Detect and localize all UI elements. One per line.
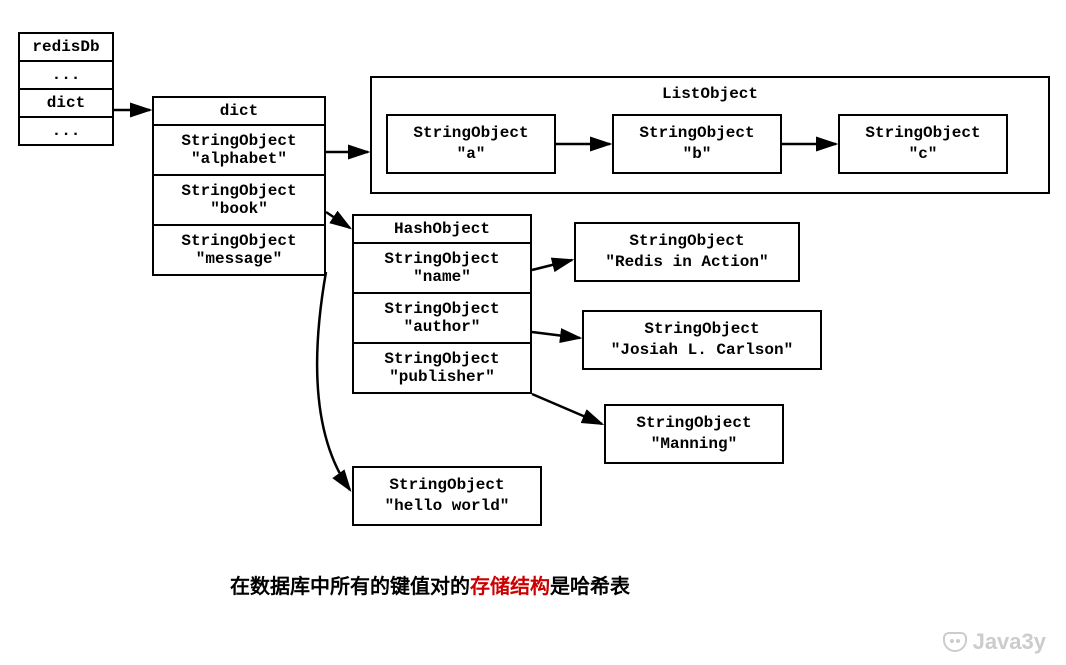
- hash-key-2-value: "publisher": [358, 368, 526, 386]
- redisdb-row-1: dict: [20, 90, 112, 118]
- dict-key-0: StringObject "alphabet": [154, 126, 324, 176]
- hashobject-stack: HashObject StringObject "name" StringObj…: [352, 214, 532, 394]
- list-item-2: StringObject "c": [838, 114, 1008, 174]
- hashobject-title: HashObject: [354, 216, 530, 244]
- hash-key-1-type: StringObject: [358, 300, 526, 318]
- caption-pre: 在数据库中所有的键值对的: [230, 576, 470, 598]
- hash-val-2-type: StringObject: [636, 413, 751, 434]
- list-item-1-type: StringObject: [639, 123, 754, 144]
- dict-key-2-type: StringObject: [158, 232, 320, 250]
- dict-title: dict: [154, 98, 324, 126]
- dict-key-0-type: StringObject: [158, 132, 320, 150]
- caption-highlight: 存储结构: [470, 576, 550, 598]
- hash-val-0: StringObject "Redis in Action": [574, 222, 800, 282]
- list-item-1: StringObject "b": [612, 114, 782, 174]
- dict-key-2-value: "message": [158, 250, 320, 268]
- redisdb-row-2: ...: [20, 118, 112, 144]
- dict-key-1-value: "book": [158, 200, 320, 218]
- dict-key-0-value: "alphabet": [158, 150, 320, 168]
- hash-val-1-type: StringObject: [644, 319, 759, 340]
- dict-key-1: StringObject "book": [154, 176, 324, 226]
- list-item-1-value: "b": [683, 144, 712, 165]
- message-value: StringObject "hello world": [352, 466, 542, 526]
- hash-key-0-type: StringObject: [358, 250, 526, 268]
- hash-val-2-value: "Manning": [651, 434, 737, 455]
- dict-key-2: StringObject "message": [154, 226, 324, 274]
- list-item-0-value: "a": [457, 144, 486, 165]
- list-item-2-type: StringObject: [865, 123, 980, 144]
- caption: 在数据库中所有的键值对的存储结构是哈希表: [230, 570, 630, 599]
- watermark: Java3y: [943, 629, 1046, 655]
- message-value-value: "hello world": [385, 496, 510, 517]
- redisdb-title: redisDb: [20, 34, 112, 62]
- redisdb-row-0: ...: [20, 62, 112, 90]
- hash-key-2-type: StringObject: [358, 350, 526, 368]
- dict-stack: dict StringObject "alphabet" StringObjec…: [152, 96, 326, 276]
- message-value-type: StringObject: [389, 475, 504, 496]
- list-item-2-value: "c": [909, 144, 938, 165]
- list-item-0-type: StringObject: [413, 123, 528, 144]
- hash-key-0-value: "name": [358, 268, 526, 286]
- hash-val-1: StringObject "Josiah L. Carlson": [582, 310, 822, 370]
- listobject-title: ListObject: [662, 84, 758, 105]
- hash-key-1-value: "author": [358, 318, 526, 336]
- hash-val-1-value: "Josiah L. Carlson": [611, 340, 793, 361]
- hash-key-0: StringObject "name": [354, 244, 530, 294]
- watermark-icon: [943, 632, 967, 652]
- hash-val-2: StringObject "Manning": [604, 404, 784, 464]
- hash-key-2: StringObject "publisher": [354, 344, 530, 392]
- list-item-0: StringObject "a": [386, 114, 556, 174]
- hash-val-0-type: StringObject: [629, 231, 744, 252]
- hash-key-1: StringObject "author": [354, 294, 530, 344]
- dict-key-1-type: StringObject: [158, 182, 320, 200]
- caption-post: 是哈希表: [550, 576, 630, 598]
- hash-val-0-value: "Redis in Action": [605, 252, 768, 273]
- watermark-text: Java3y: [973, 629, 1046, 655]
- redisdb-stack: redisDb ... dict ...: [18, 32, 114, 146]
